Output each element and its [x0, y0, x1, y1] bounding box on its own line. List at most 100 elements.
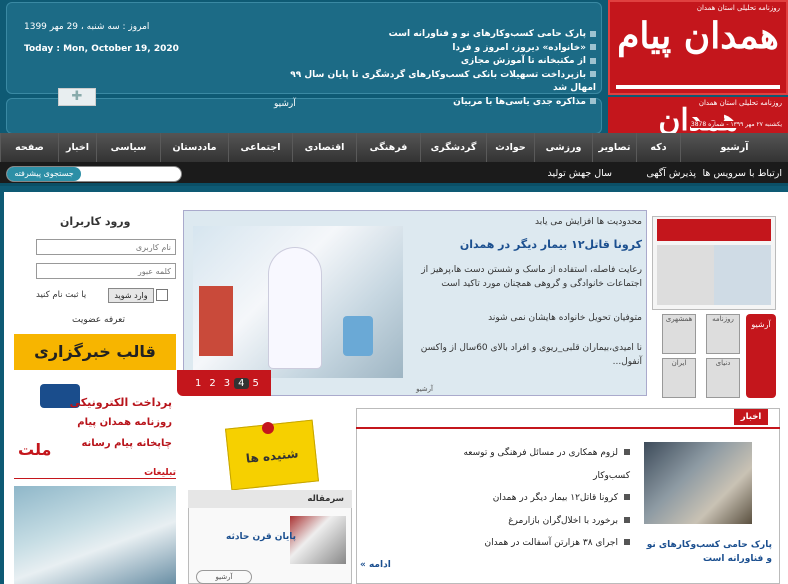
payment-line2: چاپخانه پیام رسانه	[81, 438, 172, 449]
payment-title: پرداخت الکترونیکی	[69, 396, 172, 409]
editorial-archive-button[interactable]: آرشیو	[196, 570, 252, 584]
username-field[interactable]	[36, 239, 176, 255]
pager-5[interactable]: 5	[249, 378, 263, 389]
pin-icon	[262, 422, 274, 434]
news-list: لزوم همکاری در مسائل فرهنگی و توسعه کسب‌…	[430, 442, 630, 555]
search-input[interactable]: جستجوی پیشرفته	[6, 166, 182, 182]
slide-lead: رعایت فاصله، استفاده از ماسک و شستن دست …	[421, 265, 642, 289]
ad-image[interactable]	[14, 486, 176, 584]
list-item[interactable]: برخورد با اخلال‌گران بازارمرغ	[430, 510, 630, 533]
masthead-title: همدان پیام	[617, 15, 779, 57]
ticker-item[interactable]: مذاکره جدی یاسی‌ها با مربیان	[266, 96, 596, 110]
nav-tourism[interactable]: گردشگری	[420, 133, 486, 162]
ads-title: تبلیغات	[14, 468, 176, 479]
nav-archive[interactable]: آرشیو	[680, 133, 788, 162]
pager-3[interactable]: 3	[220, 378, 234, 389]
bullet-icon	[590, 44, 596, 50]
slide-cabinet	[199, 286, 233, 356]
nav-politics[interactable]: سیاسی	[96, 133, 160, 162]
slide-kicker: محدودیت ها افزایش می یابد	[534, 217, 642, 227]
news-more-link[interactable]: « ادامه	[360, 560, 391, 570]
nav-news[interactable]: اخبار	[58, 133, 96, 162]
login-title: ورود کاربران	[60, 215, 131, 228]
bullet-icon	[590, 30, 596, 37]
subnav-ads[interactable]: پذیرش آگهی	[646, 168, 696, 179]
register-text: یا ثبت نام کنید	[36, 290, 87, 300]
date-persian: امروز : سه شنبه ، 29 مهر 1399	[24, 22, 150, 32]
list-item[interactable]: کرونا قاتل۱۲ بیمار دیگر در همدان	[430, 487, 630, 510]
password-field[interactable]	[36, 263, 176, 279]
masthead-logo[interactable]: روزنامه تحلیلی استان همدان همدان پیام	[608, 0, 788, 95]
signup-link[interactable]: تعرفه عضویت	[72, 315, 125, 325]
newspaper-body	[657, 245, 771, 305]
payment-banner[interactable]: پرداخت الکترونیکی روزنامه همدان پیام چاپ…	[14, 380, 176, 466]
archive-tile[interactable]: همشهری	[662, 314, 696, 354]
bullet-icon	[590, 71, 596, 77]
slide-archive-link[interactable]: آرشیو	[416, 385, 433, 393]
archive-tile[interactable]: روزنامه	[706, 314, 740, 354]
nav-economy[interactable]: اقتصادی	[292, 133, 356, 162]
pager-2[interactable]: 2	[205, 378, 219, 389]
nav-sports[interactable]: ورزشی	[534, 133, 592, 162]
editorial-headline[interactable]: پایان قرن حادثه	[226, 532, 296, 542]
slide-headline[interactable]: کرونا قاتل۱۲ بیمار دیگر در همدان	[460, 238, 642, 251]
list-item[interactable]: اجرای ۳۸ هزارتن آسفالت در همدان	[430, 532, 630, 555]
template-banner[interactable]: قالب خبرگزاری	[14, 334, 176, 370]
ticker-item[interactable]: «خانواده» دیروز، امروز و فردا	[266, 42, 596, 56]
masthead2-title: همدان	[658, 103, 738, 133]
date-english: Today : Mon, October 19, 2020	[24, 44, 179, 54]
newspaper-cover[interactable]	[652, 216, 776, 310]
news-image[interactable]	[644, 442, 752, 524]
slide-related-2[interactable]: نا امیدی،بیماران قلبی_ریوی و افراد بالای…	[412, 341, 642, 369]
mellat-logo: ملت	[18, 440, 52, 459]
masthead-stripe	[616, 85, 780, 89]
advanced-search-button[interactable]: جستجوی پیشرفته	[7, 167, 81, 181]
nav-incidents[interactable]: حوادث	[486, 133, 534, 162]
main-nav: صفحه نخست اخبار سیاسی ماددستان اجتماعی ا…	[0, 133, 788, 182]
archive-link[interactable]: آرشیو	[274, 99, 296, 109]
masthead-secondary[interactable]: روزنامه تحلیلی استان همدان همدان یکشنبه …	[608, 97, 788, 133]
archive-tile[interactable]: ایران	[662, 358, 696, 398]
news-ticker: پارک حامی کسب‌وکارهای نو و فناورانه است …	[266, 28, 596, 109]
editorial-title: سرمقاله	[188, 490, 352, 508]
arrow-left-icon: «	[360, 560, 366, 570]
archive-tile[interactable]: دنیای	[706, 358, 740, 398]
nav-maddestan[interactable]: ماددستان	[160, 133, 228, 162]
bullet-icon	[590, 98, 596, 104]
login-button[interactable]: وارد شوید	[108, 288, 154, 303]
news-bar	[356, 427, 780, 429]
list-item[interactable]: لزوم همکاری در مسائل فرهنگی و توسعه کسب‌…	[430, 442, 630, 487]
subnav-contact[interactable]: ارتباط با سرویس ها	[703, 168, 782, 179]
slide-related-1[interactable]: متوفیان تحویل خانواده هایشان نمی شوند	[488, 313, 642, 323]
ticker-item[interactable]: پارک حامی کسب‌وکارهای نو و فناورانه است	[266, 28, 596, 42]
news-tab[interactable]: اخبار	[734, 409, 768, 425]
masthead2-issue: یکشنبه ۲۷ مهر ۱۳۹۹ - شماره 3878	[690, 121, 782, 128]
puzzle-icon: ✚	[58, 88, 96, 106]
newspaper-header	[657, 219, 771, 241]
nav-home[interactable]: صفحه نخست	[0, 133, 58, 182]
masthead-tagline: روزنامه تحلیلی استان همدان	[696, 4, 780, 12]
archive-book[interactable]: آرشیو	[746, 314, 776, 398]
ticker-item[interactable]: از مکتبخانه تا آموزش مجازی	[266, 55, 596, 69]
bullet-icon	[590, 57, 596, 64]
pager-1[interactable]: 1	[191, 378, 205, 389]
editorial-image[interactable]	[290, 516, 346, 564]
slide-figure	[269, 248, 321, 368]
subnav-slogan[interactable]: سال جهش تولید	[548, 168, 612, 179]
nav-kiosk[interactable]: دکه	[636, 133, 680, 162]
ticker-item[interactable]: بازپرداخت تسهیلات بانکی کسب‌وکارهای گردش…	[266, 69, 596, 96]
payment-line1: روزنامه همدان پیام	[77, 417, 172, 428]
nav-photos[interactable]: تصاویر	[592, 133, 636, 162]
news-image-caption[interactable]: پارک حامی کسب‌وکارهای نو و فناورانه است	[640, 538, 772, 566]
bullet-icon	[624, 494, 630, 500]
slide-bottle	[343, 316, 373, 356]
remember-checkbox[interactable]	[156, 289, 168, 301]
bullet-icon	[624, 539, 630, 545]
slider-pager: 1 2 3 4 5	[177, 370, 271, 396]
nav-culture[interactable]: فرهنگی	[356, 133, 420, 162]
slide-image[interactable]	[193, 226, 403, 378]
nav-social[interactable]: اجتماعی	[228, 133, 292, 162]
bullet-icon	[624, 516, 630, 523]
pager-4[interactable]: 4	[234, 377, 249, 389]
bullet-icon	[624, 449, 630, 455]
